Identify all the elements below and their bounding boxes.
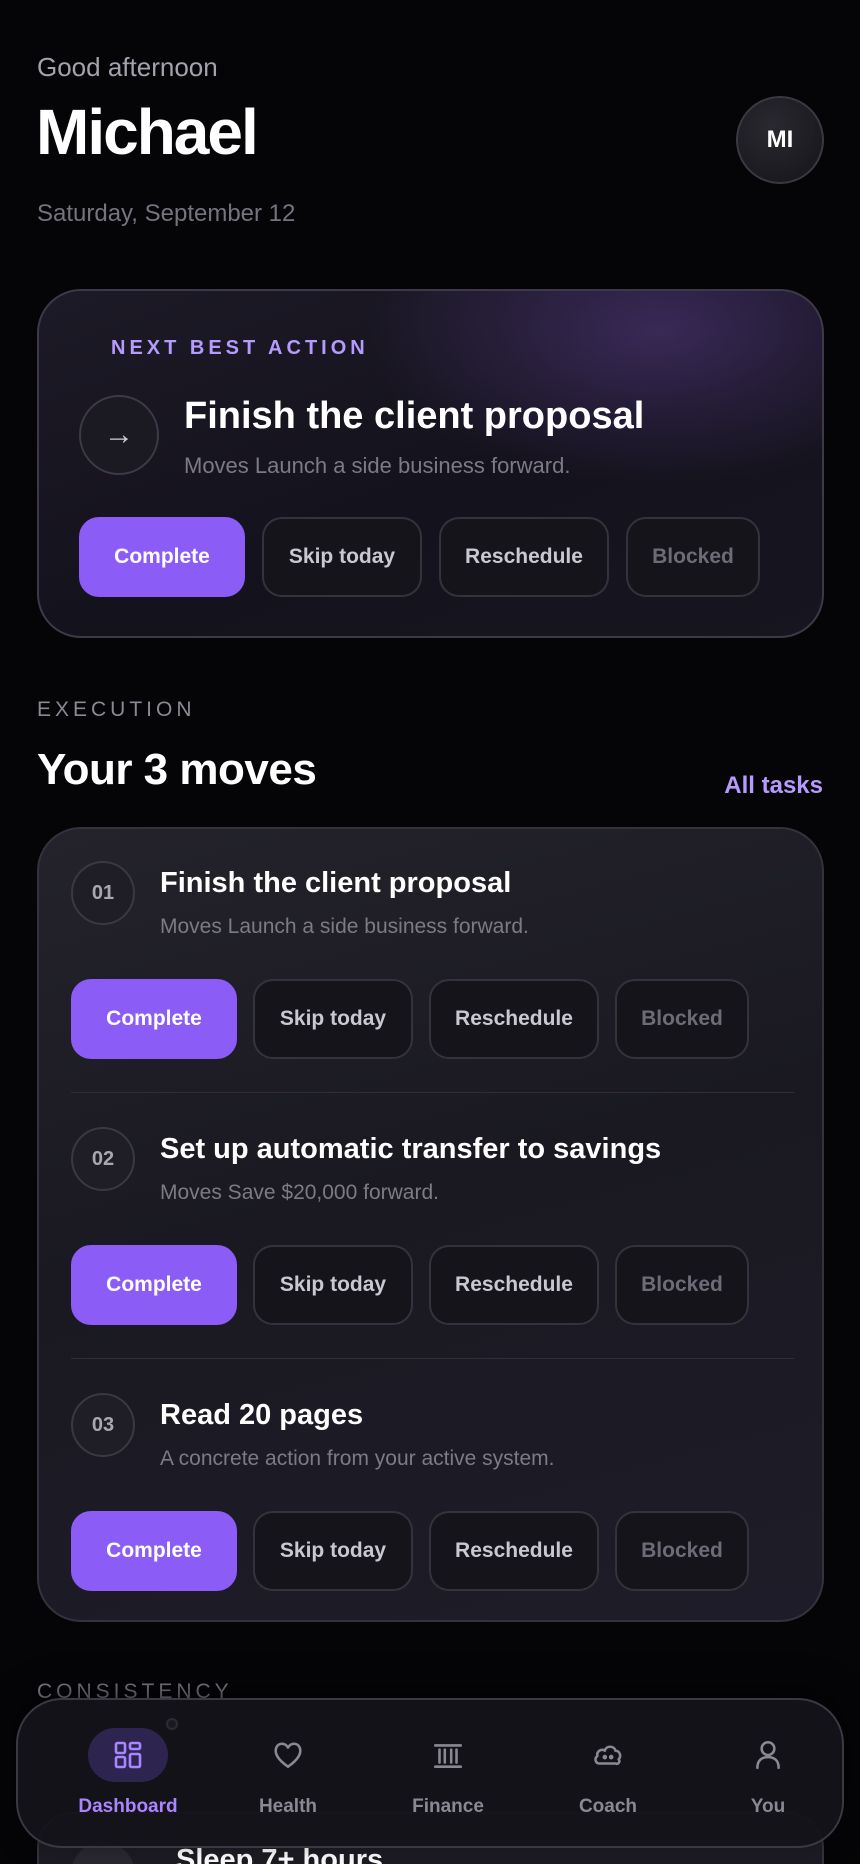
heart-icon <box>248 1728 328 1782</box>
move-title: Finish the client proposal <box>160 867 512 899</box>
reschedule-button[interactable]: Reschedule <box>439 517 609 597</box>
move-title: Read 20 pages <box>160 1399 364 1431</box>
tab-label: Dashboard <box>78 1796 178 1817</box>
move-subtitle: A concrete action from your active syste… <box>160 1447 555 1470</box>
skip-today-button[interactable]: Skip today <box>262 517 422 597</box>
tab-finance[interactable]: Finance <box>368 1700 528 1850</box>
complete-button[interactable]: Complete <box>71 979 237 1059</box>
avatar[interactable]: MI <box>736 96 824 184</box>
blocked-button[interactable]: Blocked <box>615 1511 749 1591</box>
coach-cloud-icon <box>568 1728 648 1782</box>
tab-label: You <box>750 1796 786 1817</box>
blocked-button[interactable]: Blocked <box>615 1245 749 1325</box>
move-title: Set up automatic transfer to savings <box>160 1133 662 1165</box>
move-buttons: Complete Skip today Reschedule Blocked <box>71 979 749 1059</box>
divider <box>71 1358 794 1359</box>
next-action-buttons: Complete Skip today Reschedule Blocked <box>79 517 760 597</box>
move-number-badge: 02 <box>71 1127 135 1191</box>
tab-label: Coach <box>578 1796 638 1817</box>
moves-section-title: Your 3 moves <box>37 745 317 794</box>
next-action-subtitle: Moves Launch a side business forward. <box>184 453 571 478</box>
tab-you[interactable]: You <box>688 1700 848 1850</box>
move-subtitle: Moves Save $20,000 forward. <box>160 1181 439 1204</box>
move-buttons: Complete Skip today Reschedule Blocked <box>71 1245 749 1325</box>
next-best-action-card: NEXT BEST ACTION → Finish the client pro… <box>37 289 824 638</box>
all-tasks-link[interactable]: All tasks <box>724 772 823 800</box>
date-text: Saturday, September 12 <box>37 200 296 227</box>
tab-coach[interactable]: Coach <box>528 1700 688 1850</box>
bottom-nav: Dashboard Health Finance Coach You <box>16 1698 844 1848</box>
blocked-button[interactable]: Blocked <box>626 517 760 597</box>
next-action-title: Finish the client proposal <box>184 395 645 437</box>
tab-label: Finance <box>412 1796 484 1817</box>
reschedule-button[interactable]: Reschedule <box>429 979 599 1059</box>
tab-label: Health <box>258 1796 318 1817</box>
user-name: Michael <box>36 96 259 168</box>
dashboard-screen: Good afternoon Michael Saturday, Septemb… <box>0 0 860 1864</box>
bank-icon <box>408 1728 488 1782</box>
arrow-right-icon: → <box>79 395 159 475</box>
user-icon <box>728 1728 808 1782</box>
reschedule-button[interactable]: Reschedule <box>429 1245 599 1325</box>
tab-health[interactable]: Health <box>208 1700 368 1850</box>
move-subtitle: Moves Launch a side business forward. <box>160 915 529 938</box>
complete-button[interactable]: Complete <box>71 1511 237 1591</box>
moves-card: 01 Finish the client proposal Moves Laun… <box>37 827 824 1622</box>
skip-today-button[interactable]: Skip today <box>253 1245 413 1325</box>
move-number-badge: 01 <box>71 861 135 925</box>
blocked-button[interactable]: Blocked <box>615 979 749 1059</box>
skip-today-button[interactable]: Skip today <box>253 979 413 1059</box>
next-best-action-label: NEXT BEST ACTION <box>111 337 369 359</box>
reschedule-button[interactable]: Reschedule <box>429 1511 599 1591</box>
divider <box>71 1092 794 1093</box>
notification-dot <box>166 1718 178 1730</box>
dashboard-grid-icon <box>88 1728 168 1782</box>
execution-label: EXECUTION <box>37 698 196 721</box>
move-buttons: Complete Skip today Reschedule Blocked <box>71 1511 749 1591</box>
skip-today-button[interactable]: Skip today <box>253 1511 413 1591</box>
greeting-text: Good afternoon <box>37 52 218 82</box>
move-number-badge: 03 <box>71 1393 135 1457</box>
complete-button[interactable]: Complete <box>79 517 245 597</box>
complete-button[interactable]: Complete <box>71 1245 237 1325</box>
tab-dashboard[interactable]: Dashboard <box>48 1700 208 1850</box>
